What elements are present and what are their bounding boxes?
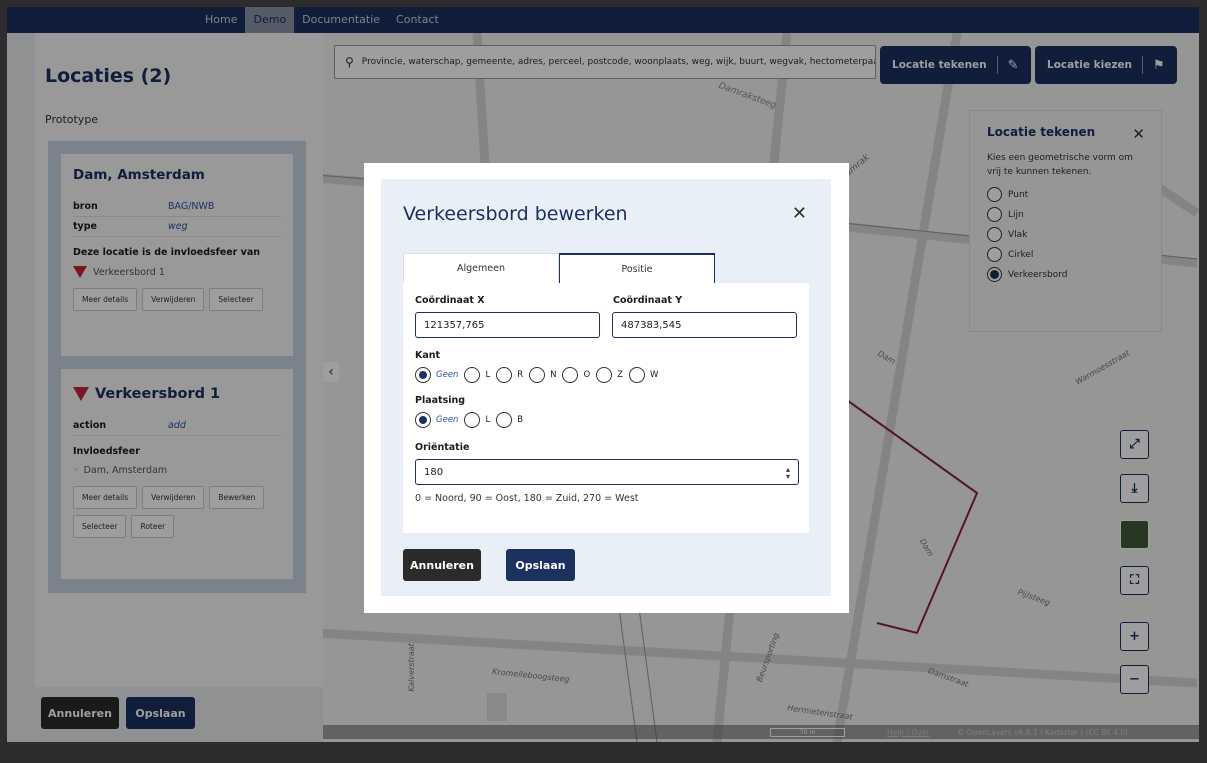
coord-x-input[interactable]: 121357,765 <box>415 312 600 338</box>
option-label: L <box>485 415 491 425</box>
option-label: L <box>485 370 491 380</box>
plaatsing-radio-group: Geen L B <box>415 412 797 428</box>
radio[interactable] <box>529 367 546 383</box>
radio[interactable] <box>496 412 513 428</box>
kant-option-r[interactable]: R <box>496 367 523 383</box>
option-label: Geen <box>436 370 459 380</box>
radio-selected[interactable] <box>415 412 431 428</box>
coord-y-label: Coördinaat Y <box>613 295 683 306</box>
option-label: Geen <box>436 415 459 425</box>
option-label: R <box>517 370 524 380</box>
radio[interactable] <box>562 367 579 383</box>
orientatie-input[interactable]: 180 ▴ ▾ <box>415 459 799 485</box>
dialog-cancel-button[interactable]: Annuleren <box>403 549 481 581</box>
kant-option-geen[interactable]: Geen <box>415 367 458 383</box>
orientatie-label: Oriëntatie <box>415 442 470 453</box>
dialog-save-button[interactable]: Opslaan <box>506 549 575 581</box>
stepper-icon[interactable]: ▴ ▾ <box>786 466 790 481</box>
tab-positie[interactable]: Positie <box>559 253 715 283</box>
orientatie-hint: 0 = Noord, 90 = Oost, 180 = Zuid, 270 = … <box>415 493 639 504</box>
radio[interactable] <box>464 367 481 383</box>
radio[interactable] <box>496 367 513 383</box>
kant-radio-group: Geen L R N O Z W <box>415 367 797 383</box>
orientatie-value: 180 <box>424 466 444 478</box>
radio-selected[interactable] <box>415 367 431 383</box>
close-icon[interactable]: ✕ <box>792 203 807 224</box>
plaatsing-option-geen[interactable]: Geen <box>415 412 458 428</box>
plaatsing-option-b[interactable]: B <box>496 412 523 428</box>
option-label: N <box>550 370 557 380</box>
coord-x-label: Coördinaat X <box>415 295 485 306</box>
plaatsing-option-l[interactable]: L <box>464 412 490 428</box>
tab-bar: Algemeen Positie <box>403 253 809 283</box>
radio[interactable] <box>596 367 613 383</box>
kant-option-l[interactable]: L <box>464 367 490 383</box>
kant-label: Kant <box>415 350 441 361</box>
dialog-body: ✕ Verkeersbord bewerken Algemeen Positie… <box>381 179 831 596</box>
tab-panel-positie: Coördinaat X Coördinaat Y 121357,765 487… <box>403 283 809 533</box>
kant-option-z[interactable]: Z <box>596 367 623 383</box>
radio[interactable] <box>464 412 481 428</box>
kant-option-o[interactable]: O <box>562 367 590 383</box>
coord-y-input[interactable]: 487383,545 <box>612 312 797 338</box>
tab-algemeen[interactable]: Algemeen <box>403 253 559 283</box>
kant-option-w[interactable]: W <box>628 367 659 383</box>
kant-option-n[interactable]: N <box>529 367 556 383</box>
radio[interactable] <box>628 367 645 383</box>
edit-sign-dialog: ✕ Verkeersbord bewerken Algemeen Positie… <box>364 163 849 613</box>
option-label: B <box>517 415 524 425</box>
option-label: O <box>583 370 591 380</box>
option-label: Z <box>617 370 623 380</box>
plaatsing-label: Plaatsing <box>415 395 466 406</box>
option-label: W <box>649 370 659 380</box>
dialog-title: Verkeersbord bewerken <box>403 203 628 225</box>
